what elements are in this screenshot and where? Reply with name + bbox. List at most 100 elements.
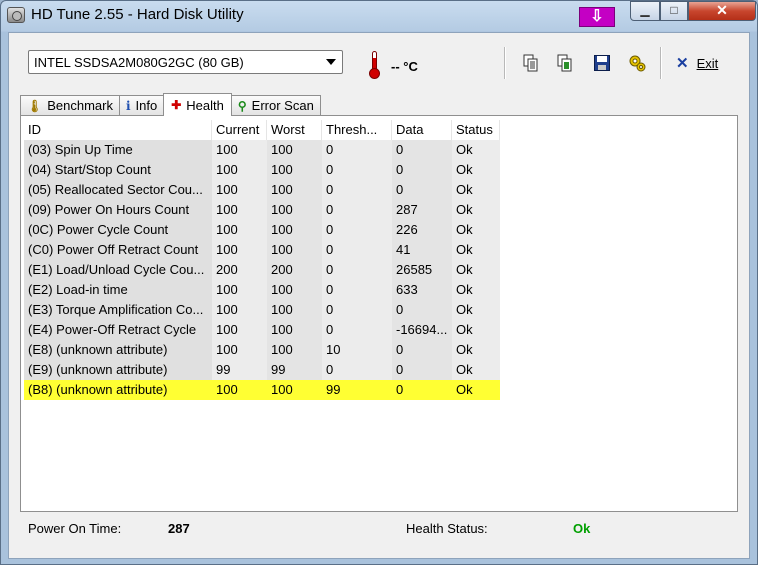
table-row[interactable]: (E2) Load-in time 100 100 0 633 Ok <box>24 280 734 300</box>
table-row[interactable]: (09) Power On Hours Count 100 100 0 287 Ok <box>24 200 734 220</box>
table-row[interactable]: (E4) Power-Off Retract Cycle 100 100 0 -1669… <box>24 320 734 340</box>
threshold-value: 0 <box>322 220 392 240</box>
copy-image-icon <box>557 54 572 72</box>
attribute-id: (0C) Power Cycle Count <box>24 220 212 240</box>
window-title: HD Tune 2.55 - Hard Disk Utility <box>31 6 244 23</box>
drive-select[interactable]: INTEL SSDSA2M080G2GC (80 GB) <box>28 50 343 74</box>
status-value: Ok <box>452 380 500 400</box>
current-value: 100 <box>212 160 267 180</box>
attribute-id: (E1) Load/Unload Cycle Cou... <box>24 260 212 280</box>
column-header-current[interactable]: Current <box>212 120 267 140</box>
table-row[interactable]: (E1) Load/Unload Cycle Cou... 200 200 0 2658… <box>24 260 734 280</box>
raw-data-value: 41 <box>392 240 452 260</box>
copy-image-button[interactable] <box>556 54 574 72</box>
raw-data-value: 0 <box>392 140 452 160</box>
current-value: 100 <box>212 200 267 220</box>
tab-health[interactable]: ✚ Health <box>163 93 232 116</box>
exit-x-icon: ✕ <box>676 55 689 72</box>
health-status-label: Health Status: <box>406 521 488 536</box>
raw-data-value: 26585 <box>392 260 452 280</box>
status-value: Ok <box>452 160 500 180</box>
column-header-data[interactable]: Data <box>392 120 452 140</box>
client-area: INTEL SSDSA2M080G2GC (80 GB) -- °C ✕ Exi… <box>8 32 750 559</box>
hd-tune-app-icon[interactable] <box>7 7 25 23</box>
status-value: Ok <box>452 300 500 320</box>
current-value: 100 <box>212 240 267 260</box>
worst-value: 200 <box>267 260 322 280</box>
title-bar[interactable]: HD Tune 2.55 - Hard Disk Utility ⇩ ▁ □ ✕ <box>1 1 757 31</box>
table-row[interactable]: (B8) (unknown attribute) 100 100 99 0 Ok <box>24 380 734 400</box>
threshold-value: 0 <box>322 160 392 180</box>
save-icon <box>594 55 610 71</box>
worst-value: 100 <box>267 160 322 180</box>
close-button[interactable]: ✕ <box>688 1 756 21</box>
table-row[interactable]: (05) Reallocated Sector Cou... 100 100 0 0 Ok <box>24 180 734 200</box>
tab-error-scan[interactable]: ⚲ Error Scan <box>230 95 321 115</box>
table-row[interactable]: (E3) Torque Amplification Co... 100 100 0 0 O… <box>24 300 734 320</box>
options-button[interactable] <box>628 54 646 72</box>
table-row[interactable]: (0C) Power Cycle Count 100 100 0 226 Ok <box>24 220 734 240</box>
attribute-id: (05) Reallocated Sector Cou... <box>24 180 212 200</box>
raw-data-value: 0 <box>392 300 452 320</box>
status-value: Ok <box>452 200 500 220</box>
health-panel: ID Current Worst Thresh... Data Status (… <box>20 115 738 512</box>
attribute-id: (E3) Torque Amplification Co... <box>24 300 212 320</box>
health-icon: ✚ <box>171 98 182 112</box>
table-row[interactable]: (03) Spin Up Time 100 100 0 0 Ok <box>24 140 734 160</box>
caption-buttons: ▁ □ ✕ <box>630 1 756 21</box>
smart-table[interactable]: ID Current Worst Thresh... Data Status (… <box>24 120 734 400</box>
temperature-readout: -- °C <box>391 59 418 74</box>
thermometer-icon <box>368 51 382 79</box>
tab-label: Info <box>135 98 158 113</box>
save-button[interactable] <box>593 54 611 72</box>
attribute-id: (03) Spin Up Time <box>24 140 212 160</box>
raw-data-value: 633 <box>392 280 452 300</box>
column-header-worst[interactable]: Worst <box>267 120 322 140</box>
current-value: 100 <box>212 280 267 300</box>
worst-value: 100 <box>267 140 322 160</box>
attribute-id: (E9) (unknown attribute) <box>24 360 212 380</box>
tab-benchmark[interactable]: 🌡 Benchmark <box>20 95 120 115</box>
table-row[interactable]: (04) Start/Stop Count 100 100 0 0 Ok <box>24 160 734 180</box>
column-header-status[interactable]: Status <box>452 120 500 140</box>
chevron-down-icon[interactable] <box>326 59 336 65</box>
column-header-id[interactable]: ID <box>24 120 212 140</box>
current-value: 100 <box>212 340 267 360</box>
info-icon: i <box>125 98 131 113</box>
copy-text-icon <box>523 54 538 72</box>
worst-value: 100 <box>267 320 322 340</box>
threshold-value: 0 <box>322 180 392 200</box>
worst-value: 99 <box>267 360 322 380</box>
raw-data-value: 0 <box>392 340 452 360</box>
worst-value: 100 <box>267 380 322 400</box>
tab-label: Benchmark <box>47 98 113 113</box>
threshold-value: 0 <box>322 140 392 160</box>
table-header: ID Current Worst Thresh... Data Status <box>24 120 734 140</box>
drive-select-value: INTEL SSDSA2M080G2GC (80 GB) <box>34 55 244 70</box>
attribute-id: (C0) Power Off Retract Count <box>24 240 212 260</box>
exit-button[interactable]: ✕ Exit <box>676 54 718 72</box>
tab-label: Error Scan <box>251 98 314 113</box>
table-row[interactable]: (E8) (unknown attribute) 100 100 10 0 Ok <box>24 340 734 360</box>
status-value: Ok <box>452 340 500 360</box>
maximize-button[interactable]: □ <box>660 1 688 21</box>
table-row[interactable]: (E9) (unknown attribute) 99 99 0 0 Ok <box>24 360 734 380</box>
minimize-button[interactable]: ▁ <box>630 1 660 21</box>
threshold-value: 0 <box>322 260 392 280</box>
copy-text-button[interactable] <box>522 54 540 72</box>
current-value: 100 <box>212 380 267 400</box>
download-arrow-icon[interactable]: ⇩ <box>579 7 615 27</box>
status-value: Ok <box>452 360 500 380</box>
column-header-threshold[interactable]: Thresh... <box>322 120 392 140</box>
options-icon <box>629 55 646 72</box>
worst-value: 100 <box>267 240 322 260</box>
attribute-id: (04) Start/Stop Count <box>24 160 212 180</box>
status-value: Ok <box>452 280 500 300</box>
current-value: 100 <box>212 140 267 160</box>
attribute-id: (E4) Power-Off Retract Cycle <box>24 320 212 340</box>
table-row[interactable]: (C0) Power Off Retract Count 100 100 0 41 Ok <box>24 240 734 260</box>
tab-info[interactable]: i Info <box>118 95 165 115</box>
tab-label: Health <box>186 97 224 113</box>
worst-value: 100 <box>267 200 322 220</box>
toolbar: INTEL SSDSA2M080G2GC (80 GB) -- °C ✕ Exi… <box>9 33 749 91</box>
